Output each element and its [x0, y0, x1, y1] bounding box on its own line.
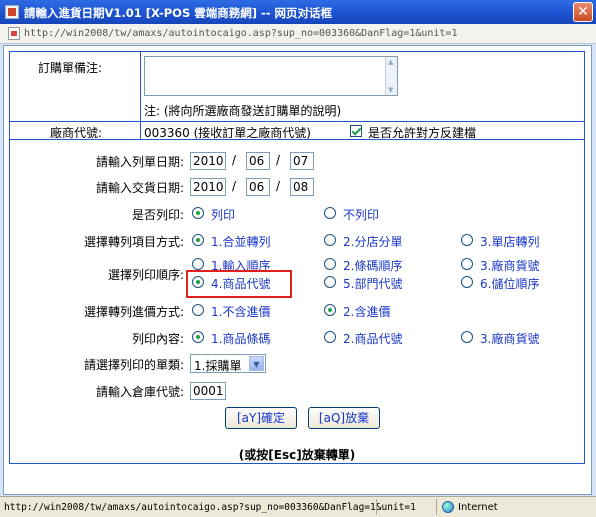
method-merge-label[interactable]: 1.合並轉列	[211, 233, 270, 250]
print-no-label[interactable]: 不列印	[343, 206, 379, 223]
form-frame: 訂購單備注: 注: (將向所選廠商發送訂購單的說明) 廠商代號: 003360 …	[9, 51, 585, 464]
order-vendor-sku-label[interactable]: 3.廠商貨號	[480, 257, 539, 274]
divider	[140, 52, 141, 139]
content-product-code-label[interactable]: 2.商品代號	[343, 330, 402, 347]
order-month-input[interactable]: 06	[246, 152, 270, 170]
allow-rebuild-label: 是否允許對方反建檔	[368, 126, 477, 140]
content-barcode-radio[interactable]	[192, 331, 204, 343]
method-by-branch-label[interactable]: 2.分店分單	[343, 233, 402, 250]
page-icon	[5, 5, 19, 19]
close-button[interactable]: ✕	[573, 2, 593, 22]
method-by-branch-radio[interactable]	[324, 234, 336, 246]
date-separator: /	[232, 153, 237, 167]
order-barcode-radio[interactable]	[324, 258, 336, 270]
textarea-scrollbar[interactable]	[385, 57, 397, 95]
date-separator: /	[276, 179, 281, 193]
print-yes-label[interactable]: 列印	[211, 206, 235, 223]
delivery-year-input[interactable]: 2010	[190, 178, 226, 196]
delivery-day-input[interactable]: 08	[290, 178, 314, 196]
print-label: 是否列印:	[131, 208, 184, 222]
cancel-button[interactable]: [aQ]放棄	[308, 407, 380, 429]
method-single-store-radio[interactable]	[461, 234, 473, 246]
zone-label: Internet	[458, 502, 498, 513]
price-include-label[interactable]: 2.含進價	[343, 303, 390, 320]
warehouse-input[interactable]: 0001	[190, 382, 226, 400]
order-location-label[interactable]: 6.儲位順序	[480, 275, 539, 292]
doctype-select[interactable]: 1.採購單 ▼	[190, 354, 266, 373]
content-product-code-radio[interactable]	[324, 331, 336, 343]
confirm-button[interactable]: [aY]確定	[225, 407, 297, 429]
method-single-store-label[interactable]: 3.單店轉列	[480, 233, 539, 250]
divider	[436, 499, 437, 515]
method-merge-radio[interactable]	[192, 234, 204, 246]
warehouse-label: 請輸入倉庫代號:	[95, 385, 184, 399]
status-bar: http://win2008/tw/amaxs/autointocaigo.as…	[0, 496, 596, 517]
address-bar: http://win2008/tw/amaxs/autointocaigo.as…	[0, 24, 596, 44]
vendor-label: 廠商代號:	[50, 126, 103, 140]
chevron-down-icon[interactable]: ▼	[249, 356, 264, 371]
dialog-content: 訂購單備注: 注: (將向所選廠商發送訂購單的說明) 廠商代號: 003360 …	[3, 45, 592, 495]
order-barcode-label[interactable]: 2.條碼順序	[343, 257, 402, 274]
doctype-label: 請選擇列印的單類:	[83, 358, 184, 372]
print-no-radio[interactable]	[324, 207, 336, 219]
note-label: 訂購單備注:	[38, 61, 103, 75]
order-input-radio[interactable]	[192, 258, 204, 270]
date-separator: /	[276, 153, 281, 167]
content-barcode-label[interactable]: 1.商品條碼	[211, 330, 270, 347]
status-url: http://win2008/tw/amaxs/autointocaigo.as…	[4, 502, 416, 513]
vendor-value: 003360 (接收訂單之廠商代號)	[144, 126, 311, 140]
delivery-month-input[interactable]: 06	[246, 178, 270, 196]
window-title: 請輸入進貨日期V1.01 [X-POS 雲端商務網] -- 网页对话框	[24, 6, 333, 20]
price-include-radio[interactable]	[324, 304, 336, 316]
delivery-date-label: 請輸入交貨日期:	[95, 181, 184, 195]
method-label: 選擇轉列項目方式:	[83, 235, 184, 249]
note-textarea[interactable]	[144, 56, 398, 96]
note-hint: 注: (將向所選廠商發送訂購單的說明)	[144, 104, 342, 118]
content-vendor-sku-label[interactable]: 3.廠商貨號	[480, 330, 539, 347]
order-vendor-sku-radio[interactable]	[461, 258, 473, 270]
price-exclude-radio[interactable]	[192, 304, 204, 316]
order-location-radio[interactable]	[461, 276, 473, 288]
divider	[10, 121, 584, 122]
price-label: 選擇轉列進價方式:	[83, 305, 184, 319]
address-url: http://win2008/tw/amaxs/autointocaigo.as…	[24, 28, 458, 39]
divider	[376, 499, 377, 515]
order-dept-code-radio[interactable]	[324, 276, 336, 288]
content-label: 列印內容:	[131, 332, 184, 346]
doctype-value: 1.採購單	[194, 359, 242, 373]
highlight-box	[186, 270, 292, 298]
globe-icon	[442, 501, 454, 513]
page-icon	[8, 27, 20, 40]
order-year-input[interactable]: 2010	[190, 152, 226, 170]
content-vendor-sku-radio[interactable]	[461, 331, 473, 343]
order-day-input[interactable]: 07	[290, 152, 314, 170]
date-separator: /	[232, 179, 237, 193]
order-dept-code-label[interactable]: 5.部門代號	[343, 275, 402, 292]
price-exclude-label[interactable]: 1.不含進價	[211, 303, 270, 320]
esc-hint: (或按[Esc]放棄轉單)	[238, 448, 356, 462]
allow-rebuild-checkbox[interactable]	[350, 125, 362, 137]
print-yes-radio[interactable]	[192, 207, 204, 219]
order-date-label: 請輸入列單日期:	[95, 155, 184, 169]
order-label: 選擇列印順序:	[107, 268, 184, 282]
title-bar: 請輸入進貨日期V1.01 [X-POS 雲端商務網] -- 网页对话框 ✕	[0, 0, 596, 24]
